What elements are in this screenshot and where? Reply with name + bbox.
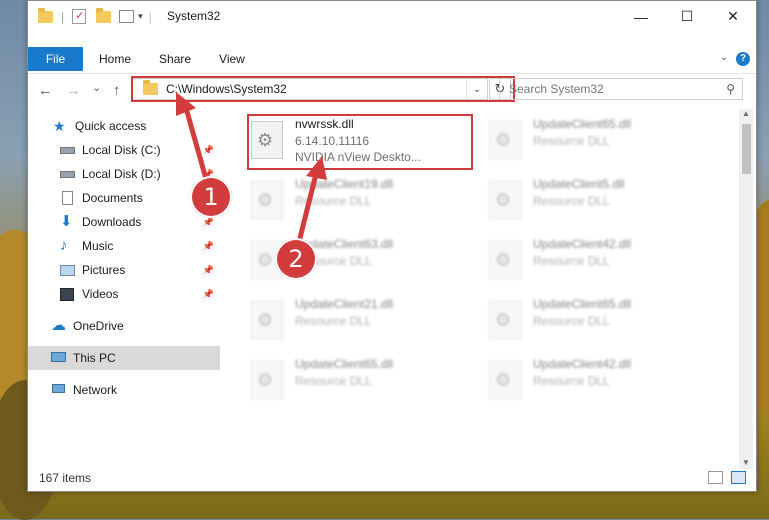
close-button[interactable]: ✕ xyxy=(710,1,756,32)
sidebar-item-music[interactable]: ♪ Music 📌 xyxy=(28,234,220,258)
dll-file-icon xyxy=(489,361,521,399)
pin-icon[interactable]: 📌 xyxy=(203,217,214,228)
file-highlight-box xyxy=(247,114,473,170)
navigation-bar: ← → ⌄ ↑ C:\Windows\System32 ⌄ ↻ Search S… xyxy=(28,73,756,106)
videos-icon xyxy=(60,287,76,301)
drive-icon xyxy=(60,167,76,181)
dll-file-icon xyxy=(489,301,521,339)
file-item[interactable]: UpdateClient42.dll Resource DLL xyxy=(485,235,711,291)
file-item[interactable]: UpdateClient65.dll Resource DLL xyxy=(485,295,711,351)
music-icon: ♪ xyxy=(60,237,68,254)
file-item[interactable]: UpdateClient21.dll Resource DLL xyxy=(247,295,473,351)
sidebar-item-local-disk-d[interactable]: Local Disk (D:) 📌 xyxy=(28,162,220,186)
explorer-window: | ✓ ▾ | System32 — ☐ ✕ File Home Share V… xyxy=(27,0,757,492)
step-badge-2: 2 xyxy=(275,238,317,280)
help-icon[interactable]: ? xyxy=(736,52,750,66)
window-title: System32 xyxy=(167,9,221,23)
file-item[interactable]: UpdateClient5.dll Resource DLL xyxy=(485,175,711,231)
computer-icon xyxy=(51,351,67,365)
maximize-button[interactable]: ☐ xyxy=(664,1,710,32)
file-item[interactable]: UpdateClient65.dll Resource DLL xyxy=(247,355,473,411)
pin-icon[interactable]: 📌 xyxy=(203,265,214,276)
sidebar-item-this-pc[interactable]: This PC xyxy=(28,346,220,370)
search-placeholder: Search System32 xyxy=(509,82,604,96)
forward-button[interactable]: → xyxy=(66,82,81,99)
tab-share[interactable]: Share xyxy=(145,47,205,71)
customize-icon[interactable] xyxy=(119,10,135,23)
sidebar-item-quick-access[interactable]: ★ Quick access xyxy=(28,114,220,138)
folder-icon[interactable] xyxy=(38,7,53,23)
pictures-icon xyxy=(60,263,76,277)
sidebar-item-onedrive[interactable]: ☁ OneDrive xyxy=(28,314,220,338)
new-folder-icon[interactable] xyxy=(96,7,112,23)
search-input[interactable]: Search System32 ⚲ xyxy=(499,78,743,100)
cloud-icon: ☁ xyxy=(51,317,66,334)
dll-file-icon xyxy=(251,301,283,339)
ribbon-expand-icon[interactable]: ⌄ xyxy=(720,52,728,63)
tab-home[interactable]: Home xyxy=(83,47,145,71)
sidebar-item-local-disk-c[interactable]: Local Disk (C:) 📌 xyxy=(28,138,220,162)
chevron-down-icon[interactable]: ▾ xyxy=(138,11,143,22)
step-badge-1: 1 xyxy=(190,176,232,218)
title-bar: | ✓ ▾ | System32 — ☐ ✕ xyxy=(28,1,756,32)
status-bar: 167 items xyxy=(28,465,756,491)
tab-file[interactable]: File xyxy=(28,47,83,71)
minimize-button[interactable]: — xyxy=(618,1,664,32)
dll-file-icon xyxy=(251,181,283,219)
dll-file-icon xyxy=(489,181,521,219)
back-button[interactable]: ← xyxy=(38,82,53,99)
scrollbar-thumb[interactable] xyxy=(742,124,751,174)
file-item[interactable]: UpdateClient19.dll Resource DLL xyxy=(247,175,473,231)
drive-icon xyxy=(60,143,76,157)
file-item[interactable]: UpdateClient65.dll Resource DLL xyxy=(485,115,711,171)
pin-icon[interactable]: 📌 xyxy=(203,289,214,300)
documents-icon xyxy=(60,191,76,205)
dll-file-icon xyxy=(489,121,521,159)
up-button[interactable]: ↑ xyxy=(113,82,121,99)
dll-file-icon xyxy=(489,241,521,279)
tab-view[interactable]: View xyxy=(205,47,259,71)
item-count: 167 items xyxy=(39,471,92,485)
dll-file-icon xyxy=(251,361,283,399)
search-icon[interactable]: ⚲ xyxy=(726,82,735,96)
downloads-icon: ⬇ xyxy=(60,213,73,230)
vertical-scrollbar[interactable]: ▲ ▼ xyxy=(739,109,753,469)
scroll-up-icon[interactable]: ▲ xyxy=(742,109,750,118)
network-icon xyxy=(51,383,67,397)
large-icons-view-icon[interactable] xyxy=(731,471,746,484)
sidebar-item-videos[interactable]: Videos 📌 xyxy=(28,282,220,306)
separator: | xyxy=(148,9,152,24)
star-icon: ★ xyxy=(53,118,66,134)
quick-access-toolbar: | ✓ ▾ | xyxy=(38,7,152,25)
recent-locations-button[interactable]: ⌄ xyxy=(92,81,101,94)
pin-icon[interactable]: 📌 xyxy=(203,145,214,156)
ribbon-tabs: File Home Share View xyxy=(28,47,259,71)
pin-icon[interactable]: 📌 xyxy=(203,241,214,252)
sidebar-item-network[interactable]: Network xyxy=(28,378,220,402)
file-item[interactable]: UpdateClient42.dll Resource DLL xyxy=(485,355,711,411)
properties-icon[interactable]: ✓ xyxy=(72,9,87,24)
navigation-pane: ★ Quick access Local Disk (C:) 📌 Local D… xyxy=(28,109,220,464)
address-highlight-box xyxy=(131,76,515,102)
details-view-icon[interactable] xyxy=(708,471,723,484)
separator: | xyxy=(61,9,65,24)
sidebar-item-pictures[interactable]: Pictures 📌 xyxy=(28,258,220,282)
sidebar-item-downloads[interactable]: ⬇ Downloads 📌 xyxy=(28,210,220,234)
